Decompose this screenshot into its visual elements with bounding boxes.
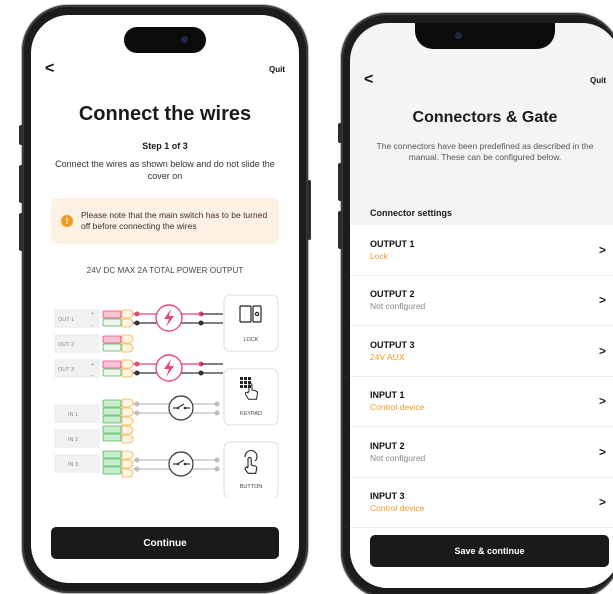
wiring-diagram: OUT 1 + − OUT 2 OUT 3 + − IN 1 IN 2 IN 3 — [54, 294, 279, 497]
terminal-out2: OUT 2 — [58, 342, 74, 348]
nav-bar: < Quit — [31, 60, 299, 78]
plus-sign: + — [91, 362, 94, 368]
power-button — [307, 180, 311, 240]
button-device: BUTTON — [223, 441, 279, 497]
keypad-device: KEYPAD — [223, 368, 279, 426]
terminal-labels: OUT 1 + − OUT 2 OUT 3 + − IN 1 IN 2 IN 3 — [54, 309, 100, 473]
connector-value: Control device — [370, 402, 425, 413]
switch-icon — [168, 451, 194, 477]
lightning-icon — [155, 304, 183, 332]
back-icon[interactable]: < — [45, 60, 54, 78]
page-title: Connectors & Gate — [412, 109, 558, 126]
nav-bar: < Quit — [350, 71, 613, 89]
chevron-right-icon: > — [598, 444, 606, 459]
terminal-out3: OUT 3 — [58, 367, 74, 373]
connector-row-text: OUTPUT 1 Lock — [370, 239, 415, 261]
connector-row[interactable]: OUTPUT 1 Lock > — [350, 225, 613, 276]
switch-icon — [168, 395, 194, 421]
volume-up-button — [19, 165, 23, 203]
connector-row[interactable]: INPUT 2 Not configured > — [350, 427, 613, 478]
section-header: Connector settings — [370, 208, 453, 218]
continue-button[interactable]: Continue — [51, 527, 279, 559]
quit-button[interactable]: Quit — [269, 65, 285, 74]
step-indicator: Step 1 of 3 — [142, 141, 188, 151]
warning-icon: ! — [61, 215, 73, 227]
connector-row[interactable]: OUTPUT 2 Not configured > — [350, 276, 613, 326]
terminal-out1: OUT 1 — [58, 317, 74, 323]
connector-name: OUTPUT 3 — [370, 339, 415, 350]
connector-row[interactable]: OUTPUT 3 24V AUX > — [350, 326, 613, 377]
volume-down-button — [19, 213, 23, 251]
chevron-right-icon: > — [598, 293, 606, 308]
lightning-icon — [155, 354, 183, 382]
plus-sign: + — [91, 311, 94, 317]
connector-list: OUTPUT 1 Lock > OUTPUT 2 Not configured > OUTP… — [350, 225, 613, 528]
dynamic-island — [124, 27, 206, 53]
input-connectors — [102, 398, 134, 478]
connector-row[interactable]: INPUT 1 Control device > — [350, 377, 613, 427]
minus-sign: − — [91, 323, 94, 329]
connector-row-text: INPUT 1 Control device — [370, 390, 424, 412]
terminal-in1: IN 1 — [68, 412, 78, 418]
connector-value: Not configured — [370, 301, 426, 312]
page-title: Connect the wires — [78, 103, 252, 125]
device-label-button: BUTTON — [240, 484, 263, 490]
chevron-right-icon: > — [598, 394, 606, 409]
side-button — [338, 123, 342, 143]
minus-sign: − — [91, 373, 94, 379]
output-connectors — [102, 309, 134, 378]
connector-row[interactable]: INPUT 3 Control device > — [350, 478, 613, 528]
device-label-lock: LOCK — [244, 337, 259, 343]
connector-row-text: OUTPUT 2 Not configured — [370, 289, 425, 311]
connector-value: Control device — [370, 503, 425, 514]
connect-wires-screen: < Quit Connect the wires Step 1 of 3 Con… — [31, 15, 299, 583]
connector-row-text: INPUT 3 Control device — [370, 491, 424, 513]
connector-row-text: OUTPUT 3 24V AUX — [370, 340, 415, 362]
warning-text: Please note that the main switch has to … — [81, 210, 268, 231]
connector-name: INPUT 1 — [370, 390, 405, 401]
side-button — [19, 125, 23, 145]
connector-name: OUTPUT 1 — [370, 238, 415, 249]
instruction-text: Connect the wires as shown below and do … — [55, 159, 275, 181]
phone-right: < Quit Connectors & Gate The connectors … — [338, 13, 613, 594]
camera-icon — [181, 36, 188, 43]
device-label-keypad: KEYPAD — [240, 411, 262, 417]
back-icon[interactable]: < — [364, 71, 373, 89]
volume-down-button — [338, 211, 342, 249]
chevron-right-icon: > — [598, 495, 606, 510]
quit-button[interactable]: Quit — [590, 76, 606, 85]
page-description: The connectors have been predefined as d… — [376, 141, 594, 162]
connector-name: INPUT 3 — [370, 491, 405, 502]
power-output-label: 24V DC MAX 2A TOTAL POWER OUTPUT — [86, 266, 244, 275]
save-continue-button[interactable]: Save & continue — [370, 535, 609, 567]
connector-name: INPUT 2 — [370, 440, 405, 451]
notch — [415, 23, 555, 49]
connector-value: Lock — [370, 250, 388, 261]
chevron-right-icon: > — [598, 343, 606, 358]
warning-note: ! Please note that the main switch has t… — [51, 198, 279, 244]
volume-up-button — [338, 163, 342, 201]
phone-left: < Quit Connect the wires Step 1 of 3 Con… — [19, 5, 311, 593]
terminal-in2: IN 2 — [68, 437, 78, 443]
connector-name: OUTPUT 2 — [370, 289, 415, 300]
chevron-right-icon: > — [598, 242, 606, 257]
connector-row-text: INPUT 2 Not configured — [370, 441, 425, 463]
connector-value: Not configured — [370, 452, 426, 463]
connectors-screen: < Quit Connectors & Gate The connectors … — [350, 23, 613, 588]
camera-icon — [455, 32, 462, 39]
connector-value: 24V AUX — [370, 351, 405, 362]
terminal-in3: IN 3 — [68, 462, 78, 468]
lock-device: LOCK — [223, 294, 279, 352]
